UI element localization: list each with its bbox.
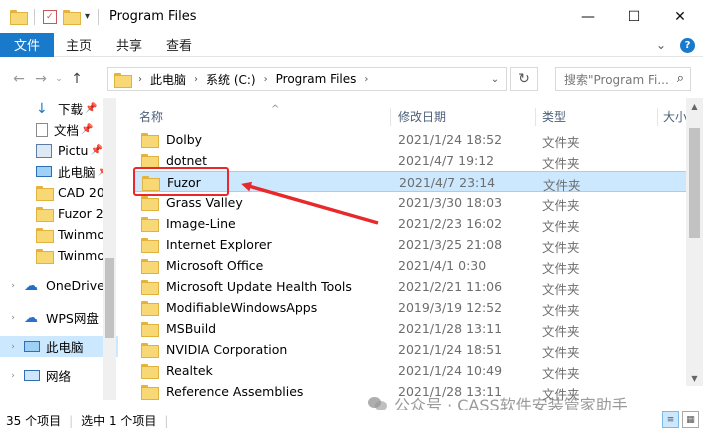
item-count: 35 个项目 bbox=[6, 414, 62, 428]
annotation-arrow bbox=[241, 181, 379, 225]
selection-count: 选中 1 个项目 bbox=[81, 414, 157, 428]
status-bar: 35 个项目 | 选中 1 个项目 | bbox=[0, 410, 703, 431]
large-icons-view-icon[interactable]: ▦ bbox=[682, 411, 699, 428]
view-switcher: ≡ ▦ bbox=[662, 411, 699, 428]
details-view-icon[interactable]: ≡ bbox=[662, 411, 679, 428]
divider: | bbox=[164, 413, 169, 428]
divider: | bbox=[69, 413, 74, 428]
